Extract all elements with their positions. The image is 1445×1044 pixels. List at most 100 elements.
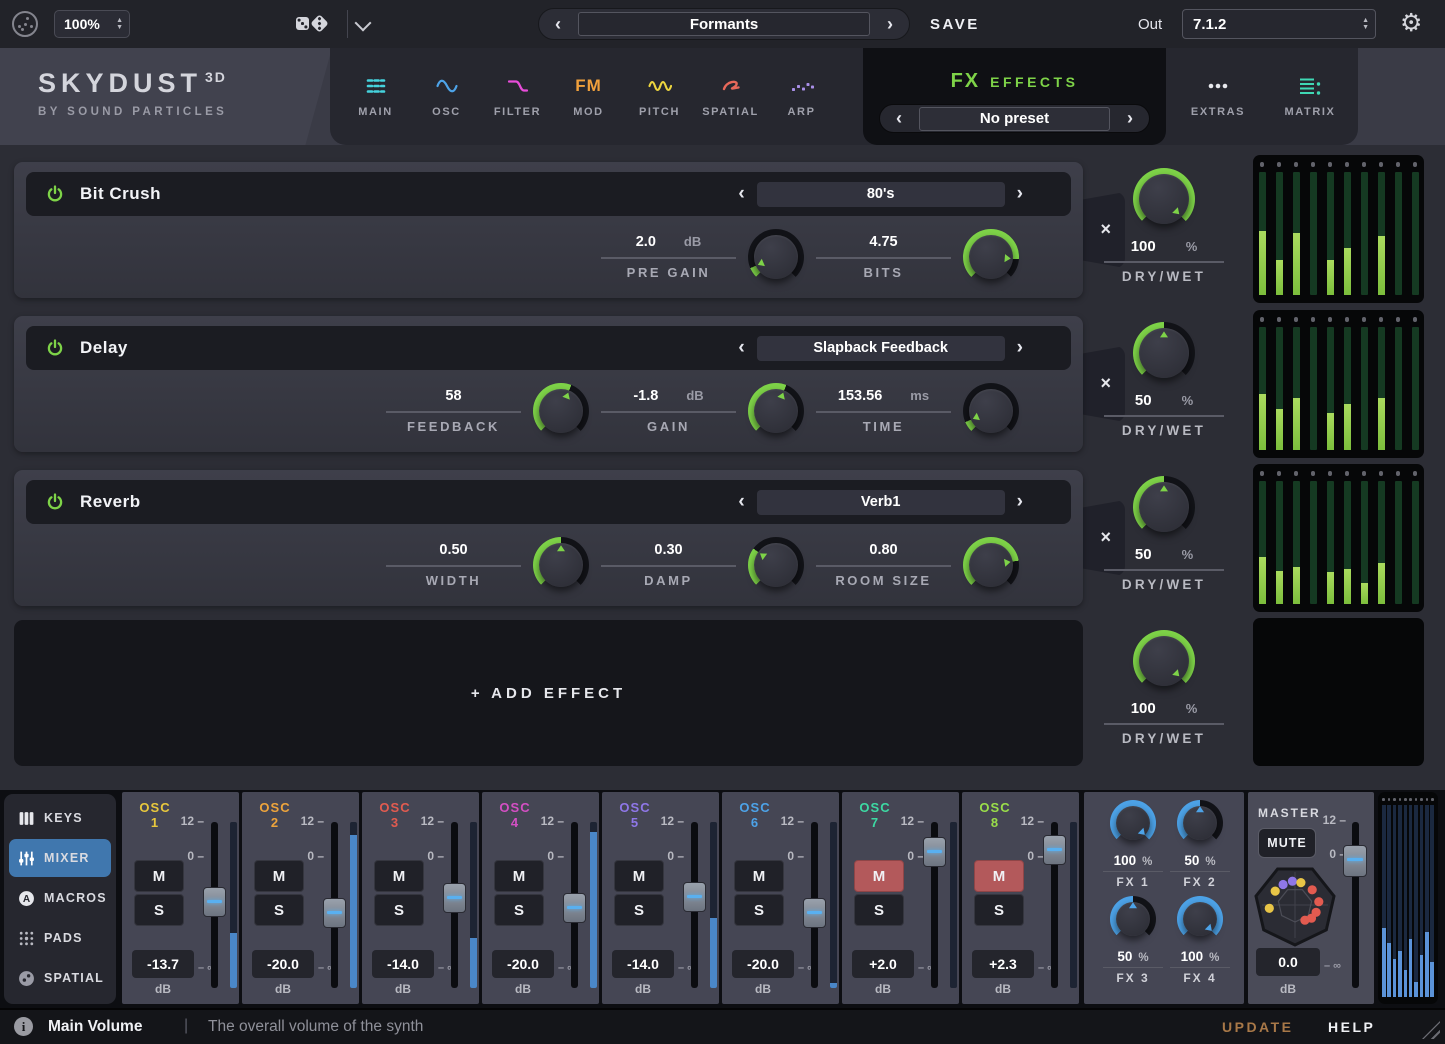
- global-preset-selector[interactable]: ‹ Formants ›: [538, 8, 910, 40]
- resize-grip[interactable]: [1422, 1021, 1440, 1039]
- solo-button[interactable]: S: [134, 894, 184, 926]
- param-knob[interactable]: [748, 383, 804, 439]
- solo-button[interactable]: S: [374, 894, 424, 926]
- param-value[interactable]: 0.50: [439, 542, 467, 558]
- chevron-down-icon[interactable]: [355, 15, 372, 32]
- fader-handle[interactable]: [1043, 835, 1066, 865]
- add-effect-button[interactable]: + ADD EFFECT: [14, 620, 1083, 766]
- tab-matrix[interactable]: MATRIX: [1270, 48, 1350, 145]
- channel-volume-value[interactable]: -20.0: [492, 950, 554, 978]
- fx-preset-name[interactable]: No preset: [919, 107, 1110, 131]
- fader-handle[interactable]: [323, 898, 346, 928]
- param-knob[interactable]: [533, 537, 589, 593]
- solo-button[interactable]: S: [254, 894, 304, 926]
- param-knob[interactable]: [963, 383, 1019, 439]
- effect-preset-selector[interactable]: ‹ 80's ›: [738, 182, 1023, 207]
- param-value[interactable]: 4.75: [869, 234, 897, 250]
- volume-fader[interactable]: [811, 822, 818, 988]
- fader-handle[interactable]: [803, 898, 826, 928]
- master-volume-value[interactable]: 0.0: [1256, 948, 1320, 976]
- mute-button[interactable]: M: [614, 860, 664, 892]
- sidebar-item-macros[interactable]: AMACROS: [9, 879, 111, 917]
- next-preset-arrow[interactable]: ›: [871, 14, 909, 35]
- fader-handle[interactable]: [923, 837, 946, 867]
- mute-button[interactable]: M: [734, 860, 784, 892]
- spatial-pad[interactable]: [1252, 862, 1338, 953]
- zoom-selector[interactable]: 100% ▲▼: [54, 10, 130, 38]
- fx-send-knob[interactable]: [1110, 896, 1156, 942]
- mute-button[interactable]: M: [494, 860, 544, 892]
- effect-preset-selector[interactable]: ‹ Verb1 ›: [738, 490, 1023, 515]
- dry-wet-value[interactable]: 100: [1131, 700, 1156, 717]
- channel-volume-value[interactable]: -13.7: [132, 950, 194, 978]
- effect-preset-selector[interactable]: ‹ Slapback Feedback ›: [738, 336, 1023, 361]
- sidebar-item-mixer[interactable]: MIXER: [9, 839, 111, 877]
- save-button[interactable]: SAVE: [930, 16, 980, 33]
- fx-send-value[interactable]: 100: [1114, 853, 1137, 868]
- randomize-dice-icon[interactable]: [296, 12, 332, 38]
- mute-button[interactable]: M: [374, 860, 424, 892]
- tab-mod[interactable]: FMMOD: [553, 48, 624, 145]
- mute-button[interactable]: M: [254, 860, 304, 892]
- fader-handle[interactable]: [443, 883, 466, 913]
- dry-wet-value[interactable]: 50: [1135, 546, 1152, 563]
- next-preset-arrow[interactable]: ›: [1017, 491, 1023, 513]
- prev-preset-arrow[interactable]: ‹: [738, 491, 744, 513]
- settings-gear-icon[interactable]: ⚙: [1400, 8, 1422, 37]
- next-preset-arrow[interactable]: ›: [1017, 337, 1023, 359]
- param-value[interactable]: 0.30: [654, 542, 682, 558]
- mute-button[interactable]: M: [974, 860, 1024, 892]
- param-value[interactable]: -1.8: [633, 388, 658, 404]
- effect-preset-name[interactable]: Slapback Feedback: [757, 336, 1005, 361]
- volume-fader[interactable]: [331, 822, 338, 988]
- tab-extras[interactable]: EXTRAS: [1178, 48, 1258, 145]
- tab-filter[interactable]: FILTER: [482, 48, 553, 145]
- fader-handle[interactable]: [563, 893, 586, 923]
- param-knob[interactable]: [963, 229, 1019, 285]
- help-button[interactable]: HELP: [1328, 1019, 1375, 1035]
- volume-fader[interactable]: [691, 822, 698, 988]
- tab-osc[interactable]: OSC: [411, 48, 482, 145]
- volume-fader[interactable]: [931, 822, 938, 988]
- fx-send-value[interactable]: 100: [1181, 949, 1204, 964]
- power-icon[interactable]: [46, 493, 64, 511]
- tab-fx-effects-active[interactable]: FXEFFECTS ‹ No preset ›: [863, 48, 1166, 145]
- channel-volume-value[interactable]: -14.0: [372, 950, 434, 978]
- param-value[interactable]: 153.56: [838, 388, 882, 404]
- prev-preset-arrow[interactable]: ‹: [738, 183, 744, 205]
- fx-send-knob[interactable]: [1110, 800, 1156, 846]
- dry-wet-knob[interactable]: [1133, 322, 1195, 384]
- power-icon[interactable]: [46, 339, 64, 357]
- param-value[interactable]: 0.80: [869, 542, 897, 558]
- sidebar-item-keys[interactable]: KEYS: [9, 799, 111, 837]
- dry-wet-value[interactable]: 50: [1135, 392, 1152, 409]
- volume-fader[interactable]: [211, 822, 218, 988]
- param-value[interactable]: 58: [445, 388, 461, 404]
- channel-volume-value[interactable]: -14.0: [612, 950, 674, 978]
- volume-fader[interactable]: [1051, 822, 1058, 988]
- output-format-selector[interactable]: 7.1.2 ▲▼: [1182, 9, 1376, 39]
- effect-preset-name[interactable]: Verb1: [757, 490, 1005, 515]
- effect-preset-name[interactable]: 80's: [757, 182, 1005, 207]
- prev-preset-arrow[interactable]: ‹: [539, 14, 577, 35]
- master-mute-button[interactable]: MUTE: [1258, 828, 1316, 858]
- param-value[interactable]: 2.0: [636, 234, 656, 250]
- fx-next-preset-arrow[interactable]: ›: [1111, 108, 1149, 129]
- channel-volume-value[interactable]: -20.0: [732, 950, 794, 978]
- master-fader-handle[interactable]: [1343, 845, 1367, 877]
- tab-main[interactable]: MAIN: [340, 48, 411, 145]
- next-preset-arrow[interactable]: ›: [1017, 183, 1023, 205]
- fx-preset-selector[interactable]: ‹ No preset ›: [879, 104, 1150, 133]
- solo-button[interactable]: S: [854, 894, 904, 926]
- dry-wet-value[interactable]: 100: [1131, 238, 1156, 255]
- prev-preset-arrow[interactable]: ‹: [738, 337, 744, 359]
- tab-spatial[interactable]: SPATIAL: [695, 48, 766, 145]
- sidebar-item-spatial[interactable]: SPATIAL: [9, 959, 111, 997]
- param-knob[interactable]: [963, 537, 1019, 593]
- dry-wet-knob[interactable]: [1133, 168, 1195, 230]
- mute-button[interactable]: M: [854, 860, 904, 892]
- update-button[interactable]: UPDATE: [1222, 1019, 1294, 1035]
- dry-wet-knob[interactable]: [1133, 476, 1195, 538]
- param-knob[interactable]: [748, 229, 804, 285]
- param-knob[interactable]: [533, 383, 589, 439]
